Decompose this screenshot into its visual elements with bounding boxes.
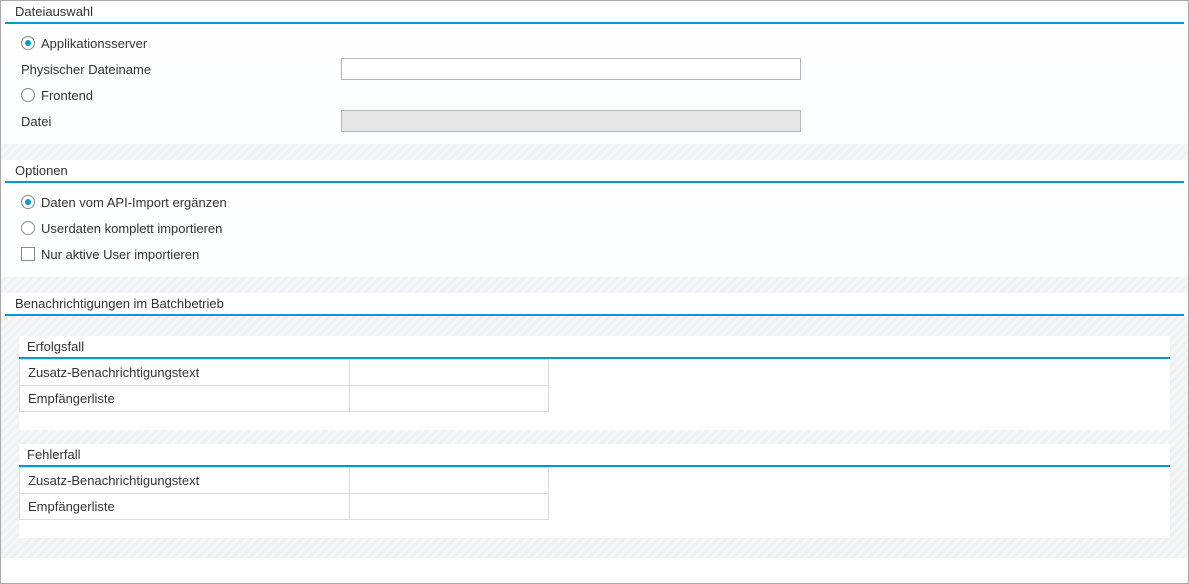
sub-title-error: Fehlerfall: [19, 444, 1170, 467]
checkbox-only-active[interactable]: [21, 247, 35, 261]
error-recipients-label: Empfängerliste: [20, 494, 350, 520]
radio-api-supplement[interactable]: [21, 195, 35, 209]
radio-frontend[interactable]: [21, 88, 35, 102]
error-additional-text-input[interactable]: [352, 471, 547, 491]
radio-full-import[interactable]: [21, 221, 35, 235]
success-additional-text-label: Zusatz-Benachrichtigungstext: [20, 360, 350, 386]
success-additional-text-input[interactable]: [352, 363, 547, 383]
error-additional-text-label: Zusatz-Benachrichtigungstext: [20, 468, 350, 494]
section-title-notifications: Benachrichtigungen im Batchbetrieb: [5, 293, 1184, 316]
file-label: Datei: [21, 114, 51, 129]
section-title-file-selection: Dateiauswahl: [5, 1, 1184, 24]
checkbox-only-active-label: Nur aktive User importieren: [41, 247, 199, 262]
sub-title-success: Erfolgsfall: [19, 336, 1170, 359]
radio-full-import-label: Userdaten komplett importieren: [41, 221, 222, 236]
file-input: [341, 110, 801, 132]
section-gap-2: [1, 277, 1188, 293]
error-recipients-input[interactable]: [352, 497, 547, 517]
sub-panel-error: Fehlerfall Zusatz-Benachrichtigungstext …: [19, 444, 1170, 538]
physical-filename-input[interactable]: [341, 58, 801, 80]
radio-frontend-label: Frontend: [41, 88, 93, 103]
success-recipients-input[interactable]: [352, 389, 547, 409]
section-gap: [1, 144, 1188, 160]
radio-application-server[interactable]: [21, 36, 35, 50]
section-file-selection: Dateiauswahl Applikationsserver Physisch…: [1, 1, 1188, 144]
success-recipients-label: Empfängerliste: [20, 386, 350, 412]
physical-filename-label: Physischer Dateiname: [21, 62, 151, 77]
section-options: Optionen Daten vom API-Import ergänzen U…: [1, 160, 1188, 277]
section-notifications: Benachrichtigungen im Batchbetrieb Erfol…: [1, 293, 1188, 558]
radio-api-supplement-label: Daten vom API-Import ergänzen: [41, 195, 227, 210]
sub-panel-success: Erfolgsfall Zusatz-Benachrichtigungstext…: [19, 336, 1170, 430]
app-frame: Dateiauswahl Applikationsserver Physisch…: [0, 0, 1189, 584]
section-title-options: Optionen: [5, 160, 1184, 183]
radio-application-server-label: Applikationsserver: [41, 36, 147, 51]
